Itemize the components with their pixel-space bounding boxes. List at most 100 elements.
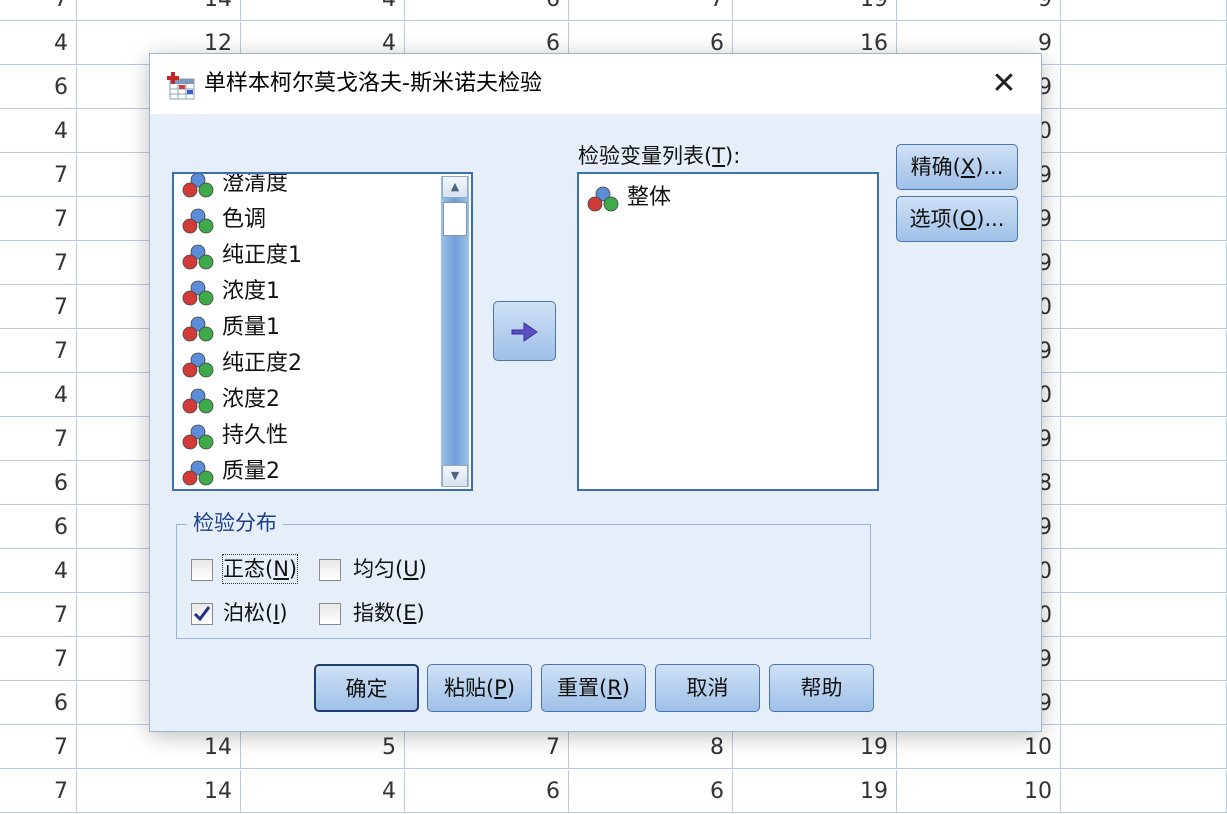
nominal-variable-icon: [587, 186, 619, 212]
help-button[interactable]: 帮助: [769, 664, 874, 712]
grid-cell[interactable]: 14: [77, 0, 241, 21]
grid-cell[interactable]: [1061, 22, 1227, 65]
ks-test-dialog: 单样本柯尔莫戈洛夫-斯米诺夫检验 ✕ 澄清度 色调 纯正度1 浓度1 质量1 纯正度2 浓度…: [150, 54, 1041, 731]
variable-label: 浓度2: [222, 387, 280, 412]
grid-cell[interactable]: [1061, 154, 1227, 197]
grid-cell[interactable]: [1061, 594, 1227, 637]
options-button[interactable]: 选项(O)...: [896, 196, 1018, 242]
test-variable-list[interactable]: 整体: [577, 172, 879, 491]
grid-cell[interactable]: [1061, 506, 1227, 549]
test-variable-list-label: 检验变量列表(T):: [578, 144, 741, 168]
variable-label: 持久性: [222, 423, 289, 448]
grid-cell[interactable]: 7: [0, 286, 77, 329]
nominal-variable-icon: [182, 460, 214, 486]
grid-cell[interactable]: 6: [0, 506, 77, 549]
title-bar: 单样本柯尔莫戈洛夫-斯米诺夫检验 ✕: [150, 54, 1041, 114]
grid-cell[interactable]: 19: [733, 726, 897, 769]
scroll-up-icon[interactable]: ▲: [442, 176, 468, 198]
grid-cell[interactable]: 7: [569, 0, 733, 21]
paste-button[interactable]: 粘贴(P): [427, 664, 532, 712]
grid-cell[interactable]: 7: [0, 242, 77, 285]
scroll-down-icon[interactable]: ▼: [442, 465, 468, 487]
grid-cell[interactable]: 4: [0, 550, 77, 593]
grid-cell[interactable]: 6: [405, 770, 569, 813]
grid-cell[interactable]: [1061, 286, 1227, 329]
grid-cell[interactable]: 19: [733, 0, 897, 21]
grid-cell[interactable]: 6: [0, 682, 77, 725]
source-variable-list[interactable]: 澄清度 色调 纯正度1 浓度1 质量1 纯正度2 浓度2 持久性 质量2 ▲ ▼: [172, 172, 473, 491]
grid-cell[interactable]: 7: [0, 638, 77, 681]
variable-label: 纯正度2: [222, 351, 302, 376]
reset-button[interactable]: 重置(R): [541, 664, 646, 712]
move-variable-button[interactable]: [493, 301, 556, 361]
grid-cell[interactable]: 7: [0, 198, 77, 241]
grid-cell[interactable]: 8: [569, 726, 733, 769]
grid-cell[interactable]: 7: [0, 418, 77, 461]
grid-cell[interactable]: 7: [0, 0, 77, 21]
exponential-checkbox[interactable]: [319, 603, 341, 625]
nominal-variable-icon: [182, 244, 214, 270]
grid-cell[interactable]: 4: [0, 374, 77, 417]
grid-cell[interactable]: 10: [897, 726, 1061, 769]
cancel-button[interactable]: 取消: [655, 664, 760, 712]
scrollbar[interactable]: ▲ ▼: [441, 176, 469, 487]
variable-label: 浓度1: [222, 279, 280, 304]
nominal-variable-icon: [182, 352, 214, 378]
grid-cell[interactable]: 7: [0, 594, 77, 637]
grid-cell[interactable]: 9: [897, 0, 1061, 21]
arrow-right-icon: [511, 322, 538, 342]
grid-cell[interactable]: 6: [405, 0, 569, 21]
grid-cell[interactable]: [1061, 110, 1227, 153]
exponential-label[interactable]: 指数(E): [353, 599, 425, 627]
normal-checkbox[interactable]: [191, 559, 213, 581]
grid-cell[interactable]: 5: [241, 726, 405, 769]
grid-cell[interactable]: [1061, 682, 1227, 725]
grid-cell[interactable]: [1061, 770, 1227, 813]
grid-cell[interactable]: [1061, 550, 1227, 593]
grid-cell[interactable]: 6: [0, 66, 77, 109]
grid-cell[interactable]: 7: [0, 770, 77, 813]
uniform-label[interactable]: 均匀(U): [353, 555, 427, 583]
grid-cell[interactable]: 14: [77, 726, 241, 769]
checkmark-icon: [193, 606, 211, 622]
grid-cell[interactable]: 7: [0, 330, 77, 373]
exact-button[interactable]: 精确(X)...: [896, 144, 1018, 190]
close-button[interactable]: ✕: [984, 66, 1024, 102]
ok-button[interactable]: 确定: [314, 664, 419, 712]
scrollbar-thumb[interactable]: [443, 202, 467, 236]
grid-cell[interactable]: 7: [405, 726, 569, 769]
grid-cell[interactable]: [1061, 374, 1227, 417]
nominal-variable-icon: [182, 174, 214, 198]
grid-cell[interactable]: 14: [77, 770, 241, 813]
nominal-variable-icon: [182, 388, 214, 414]
grid-cell[interactable]: [1061, 418, 1227, 461]
nominal-variable-icon: [182, 208, 214, 234]
grid-cell[interactable]: 6: [0, 462, 77, 505]
grid-cell[interactable]: 7: [0, 154, 77, 197]
grid-cell[interactable]: [1061, 726, 1227, 769]
nominal-variable-icon: [182, 316, 214, 342]
grid-cell[interactable]: [1061, 66, 1227, 109]
variable-label: 质量2: [222, 459, 280, 484]
normal-label[interactable]: 正态(N): [221, 554, 299, 584]
variable-label: 澄清度: [222, 172, 289, 196]
grid-cell[interactable]: 4: [241, 0, 405, 21]
grid-cell[interactable]: [1061, 0, 1227, 21]
grid-cell[interactable]: [1061, 330, 1227, 373]
grid-cell[interactable]: 19: [733, 770, 897, 813]
grid-cell[interactable]: [1061, 198, 1227, 241]
grid-cell[interactable]: 6: [569, 770, 733, 813]
grid-cell[interactable]: 10: [897, 770, 1061, 813]
grid-cell[interactable]: 4: [0, 22, 77, 65]
test-distribution-legend: 检验分布: [187, 509, 283, 537]
poisson-checkbox[interactable]: [191, 603, 213, 625]
spss-dialog-icon: [167, 72, 195, 100]
grid-cell[interactable]: 4: [0, 110, 77, 153]
uniform-checkbox[interactable]: [319, 559, 341, 581]
grid-cell[interactable]: [1061, 462, 1227, 505]
grid-cell[interactable]: [1061, 242, 1227, 285]
grid-cell[interactable]: 4: [241, 770, 405, 813]
poisson-label[interactable]: 泊松(I): [223, 599, 288, 627]
grid-cell[interactable]: 7: [0, 726, 77, 769]
grid-cell[interactable]: [1061, 638, 1227, 681]
